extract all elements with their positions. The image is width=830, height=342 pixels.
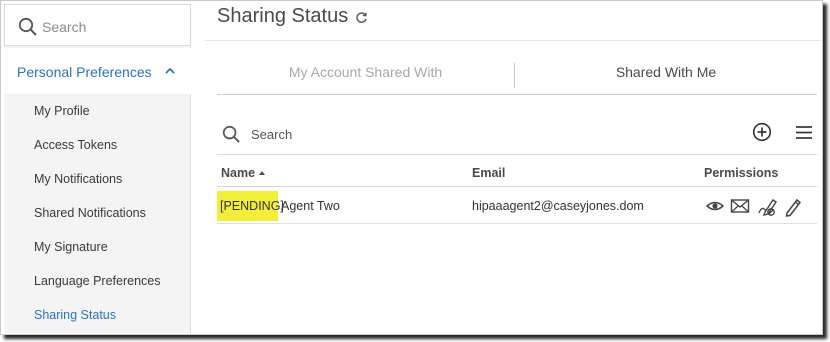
row-email: hipaaagent2@caseyjones.dom [472, 199, 644, 213]
menu-icon[interactable] [795, 125, 813, 140]
sign-icon[interactable] [756, 197, 778, 217]
table-header: Name Email Permissions [217, 159, 817, 187]
page-title: Sharing Status [217, 5, 349, 27]
table-row[interactable]: [PENDING] Agent Two hipaaagent2@caseyjon… [217, 189, 817, 224]
refresh-icon[interactable] [355, 11, 368, 24]
sidebar-item-language-preferences[interactable]: Language Preferences [4, 264, 191, 298]
app-window: Search Personal Preferences My Profile A… [0, 0, 823, 335]
search-icon [18, 17, 37, 36]
row-name: Agent Two [281, 199, 340, 213]
title-bar: Sharing Status [205, 1, 821, 41]
sidebar-item-my-notifications[interactable]: My Notifications [4, 162, 191, 196]
add-circle-icon[interactable] [752, 122, 772, 142]
column-header-email[interactable]: Email [472, 166, 505, 180]
column-header-permissions[interactable]: Permissions [704, 166, 778, 180]
envelope-icon[interactable] [730, 197, 750, 215]
sidebar-item-access-tokens[interactable]: Access Tokens [4, 128, 191, 162]
tab-shared-with-me[interactable]: Shared With Me [515, 51, 817, 95]
column-name-label: Name [221, 166, 256, 180]
sidebar-item-shared-notifications[interactable]: Shared Notifications [4, 196, 191, 230]
pencil-icon[interactable] [784, 197, 802, 217]
sidebar-search[interactable]: Search [4, 4, 191, 46]
sidebar-list: My Profile Access Tokens My Notification… [4, 94, 191, 332]
tabs: My Account Shared With Shared With Me [217, 51, 817, 95]
sort-ascending-icon [259, 171, 266, 175]
tab-my-account-shared-with[interactable]: My Account Shared With [217, 51, 514, 95]
search-icon [222, 125, 240, 143]
personal-preferences-header[interactable]: Personal Preferences [4, 48, 191, 94]
sidebar: Search Personal Preferences My Profile A… [4, 4, 191, 333]
search-placeholder: Search [251, 127, 293, 142]
section-label: Personal Preferences [17, 64, 152, 80]
column-header-name[interactable]: Name [221, 166, 266, 180]
table-search[interactable]: Search [217, 113, 817, 155]
sidebar-item-my-profile[interactable]: My Profile [4, 94, 191, 128]
sidebar-item-sharing-status[interactable]: Sharing Status [4, 298, 191, 332]
pending-status-badge: [PENDING] [217, 191, 284, 221]
sidebar-search-placeholder: Search [42, 19, 87, 35]
eye-icon[interactable] [706, 197, 724, 215]
main-panel: Sharing Status My Account Shared With Sh… [205, 1, 821, 334]
sidebar-item-my-signature[interactable]: My Signature [4, 230, 191, 264]
chevron-up-icon[interactable] [164, 66, 176, 76]
